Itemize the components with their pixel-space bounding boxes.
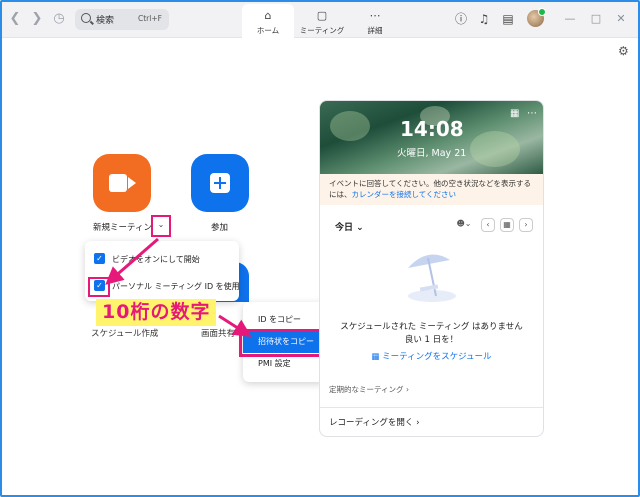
highlight-box <box>239 329 327 357</box>
divider <box>320 407 543 408</box>
maximize-icon[interactable]: □ <box>589 11 603 27</box>
history-icon[interactable]: ◷ <box>50 10 68 28</box>
close-icon[interactable]: ✕ <box>614 11 628 27</box>
join-button[interactable] <box>191 154 249 212</box>
today-dropdown[interactable]: 今日 ⌄ <box>335 220 364 233</box>
calendar-plus-icon: ▦ <box>371 352 380 362</box>
people-icon[interactable]: ☻⌄ <box>453 218 475 232</box>
menu-item-label: ビデオをオンにして開始 <box>112 255 200 264</box>
search-box[interactable]: 検索 Ctrl+F <box>75 9 169 30</box>
bell-icon[interactable]: ♫ <box>476 11 492 27</box>
more-icon: ⋯ <box>369 9 381 22</box>
minimize-icon[interactable]: — <box>563 11 577 27</box>
avatar[interactable] <box>527 8 546 27</box>
search-icon <box>81 13 91 23</box>
empty-message-sub: 良い 1 日を！ <box>404 335 459 345</box>
video-icon: ▢ <box>316 9 328 22</box>
join-label: 参加 <box>211 223 229 233</box>
search-shortcut: Ctrl+F <box>138 14 162 23</box>
tab-meetings[interactable]: ▢ ミーティング <box>296 4 348 38</box>
schedule-meeting-link[interactable]: ▦ ミーティングをスケジュール <box>320 350 543 362</box>
tab-more-label: 詳細 <box>367 26 383 35</box>
calendar-notice: イベントに回答してください。他の空き状況などを表示するには、カレンダーを接続して… <box>320 174 543 205</box>
tab-more[interactable]: ⋯ 詳細 <box>349 4 401 38</box>
home-icon: ⌂ <box>264 9 272 22</box>
screen-share-label: 画面共有 <box>201 329 236 339</box>
camera-icon <box>109 174 127 192</box>
menu-item-start-with-video[interactable]: ✓ ビデオをオンにして開始 <box>85 247 239 271</box>
help-icon[interactable]: ⓘ <box>453 11 469 27</box>
more-icon[interactable]: ⋯ <box>527 108 537 119</box>
calendar-icon[interactable]: ▦ <box>500 218 514 232</box>
highlight-box <box>88 277 110 297</box>
title-bar: ❮ ❯ ◷ 検索 Ctrl+F ⌂ ホーム ▢ ミーティング ⋯ 詳細 ⓘ ♫ … <box>2 2 638 38</box>
menu-item-label: パーソナル ミーティング ID を使用 <box>112 282 240 291</box>
next-day-button[interactable]: › <box>519 218 533 232</box>
connect-calendar-link[interactable]: カレンダーを接続してください <box>352 190 457 199</box>
calendar-hero-image: ▦ ⋯ 14:08 火曜日, May 21 <box>320 101 543 174</box>
recurring-meetings-link[interactable]: 定期的なミーティング › <box>329 384 409 395</box>
forward-arrow-icon[interactable]: ❯ <box>28 10 46 28</box>
tab-home-label: ホーム <box>256 26 280 35</box>
plus-icon <box>210 173 230 193</box>
whiteboard-icon[interactable]: ▤ <box>500 11 516 27</box>
annotation-label: 10桁の数字 <box>96 299 217 326</box>
new-meeting-dropdown-button[interactable]: ⌄ <box>151 215 171 237</box>
calendar-add-icon[interactable]: ▦ <box>510 108 519 119</box>
empty-message: スケジュールされた ミーティング はありません <box>340 322 523 332</box>
clock-date: 火曜日, May 21 <box>397 148 467 159</box>
new-meeting-button[interactable] <box>93 154 151 212</box>
prev-day-button[interactable]: ‹ <box>481 218 495 232</box>
search-placeholder: 検索 <box>96 16 115 26</box>
tab-home[interactable]: ⌂ ホーム <box>242 4 294 38</box>
back-arrow-icon[interactable]: ❮ <box>6 10 24 28</box>
gear-icon[interactable]: ⚙ <box>618 44 629 58</box>
beach-umbrella-icon <box>408 254 456 302</box>
calendar-panel: ▦ ⋯ 14:08 火曜日, May 21 イベントに回答してください。他の空き… <box>319 100 544 437</box>
clock-time: 14:08 <box>400 117 464 141</box>
checkbox-checked-icon[interactable]: ✓ <box>94 253 105 264</box>
tab-meetings-label: ミーティング <box>299 26 345 35</box>
chevron-down-icon: ⌄ <box>157 220 165 229</box>
open-recordings-link[interactable]: レコーディングを開く › <box>329 416 420 428</box>
schedule-label: スケジュール作成 <box>91 329 159 339</box>
calendar-toolbar: 今日 ⌄ ☻⌄ ‹ ▦ › <box>320 216 543 236</box>
menu-item-copy-id[interactable]: ID をコピー <box>243 309 325 331</box>
